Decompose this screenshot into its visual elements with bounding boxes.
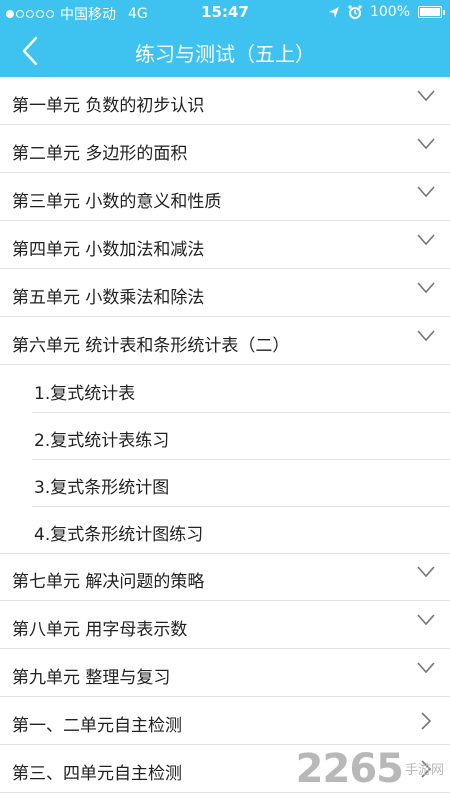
chevron-right-icon (421, 712, 432, 730)
sub-item-4[interactable]: 4.复式条形统计图练习 (0, 506, 450, 554)
unit-row-4[interactable]: 第四单元 小数加法和减法 (0, 221, 450, 269)
chevron-down-icon (417, 282, 435, 294)
unit-row-8[interactable]: 第八单元 用字母表示数 (0, 601, 450, 649)
chevron-down-icon (417, 234, 435, 246)
unit-row-9[interactable]: 第九单元 整理与复习 (0, 649, 450, 697)
unit-row-2[interactable]: 第二单元 多边形的面积 (0, 125, 450, 173)
unit-label: 第七单元 解决问题的策略 (12, 572, 205, 592)
unit-row-3[interactable]: 第三单元 小数的意义和性质 (0, 173, 450, 221)
unit-label: 第一单元 负数的初步认识 (12, 96, 205, 116)
chevron-down-icon (417, 566, 435, 578)
status-bar: 中国移动 4G 15:47 100% (0, 0, 450, 26)
sub-item-label: 4.复式条形统计图练习 (34, 525, 204, 545)
unit-row-6[interactable]: 第六单元 统计表和条形统计表（二） (0, 317, 450, 365)
chevron-down-icon (417, 662, 435, 674)
chevron-down-icon (417, 330, 435, 342)
header: 中国移动 4G 15:47 100% 练习与测试（五上） (0, 0, 450, 77)
unit-label: 第五单元 小数乘法和除法 (12, 288, 205, 308)
unit-row-5[interactable]: 第五单元 小数乘法和除法 (0, 269, 450, 317)
chevron-down-icon (417, 90, 435, 102)
sub-item-label: 2.复式统计表练习 (34, 431, 170, 451)
unit-label: 第八单元 用字母表示数 (12, 620, 188, 640)
test-row-1[interactable]: 第一、二单元自主检测 (0, 697, 450, 745)
sub-item-2[interactable]: 2.复式统计表练习 (0, 412, 450, 460)
sub-item-label: 1.复式统计表 (34, 384, 136, 404)
status-right: 100% (328, 4, 445, 20)
chevron-down-icon (417, 186, 435, 198)
test-label: 第三、四单元自主检测 (12, 764, 182, 784)
location-icon (328, 6, 339, 18)
watermark-sub: 手游网 (404, 763, 444, 778)
chevron-down-icon (417, 138, 435, 150)
unit-list: 第一单元 负数的初步认识 第二单元 多边形的面积 第三单元 小数的意义和性质 第… (0, 77, 450, 793)
battery-percent: 100% (369, 4, 410, 20)
unit-label: 第六单元 统计表和条形统计表（二） (12, 336, 290, 356)
nav-bar: 练习与测试（五上） (0, 26, 450, 77)
unit-label: 第九单元 整理与复习 (12, 668, 171, 688)
page-title: 练习与测试（五上） (135, 42, 315, 66)
unit-row-1[interactable]: 第一单元 负数的初步认识 (0, 77, 450, 125)
test-label: 第一、二单元自主检测 (12, 716, 182, 736)
alarm-icon (348, 5, 362, 19)
watermark-logo: 2265 手游网 (296, 746, 444, 792)
unit-label: 第四单元 小数加法和减法 (12, 240, 205, 260)
unit-label: 第三单元 小数的意义和性质 (12, 192, 222, 212)
watermark-brand: 2265 (295, 746, 404, 792)
sub-item-label: 3.复式条形统计图 (34, 478, 170, 498)
unit-label: 第二单元 多边形的面积 (12, 144, 188, 164)
battery-icon (418, 6, 445, 18)
sub-item-1[interactable]: 1.复式统计表 (0, 365, 450, 413)
chevron-down-icon (417, 614, 435, 626)
sub-item-3[interactable]: 3.复式条形统计图 (0, 459, 450, 507)
unit-row-7[interactable]: 第七单元 解决问题的策略 (0, 553, 450, 601)
